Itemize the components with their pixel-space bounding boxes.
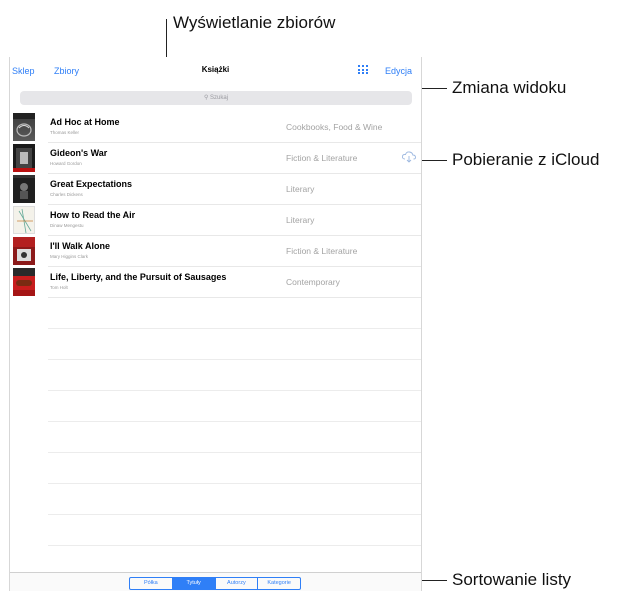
book-title: Gideon's War bbox=[50, 148, 108, 158]
list-item[interactable]: Gideon's War Howard Gordon Fiction & Lit… bbox=[13, 143, 421, 174]
icloud-download-icon[interactable] bbox=[401, 150, 417, 164]
book-author: Charles Dickens bbox=[50, 192, 83, 197]
empty-row bbox=[48, 422, 421, 453]
callout-collections: Wyświetlanie zbiorów bbox=[173, 13, 336, 32]
empty-row bbox=[48, 391, 421, 422]
book-category: Fiction & Literature bbox=[286, 153, 358, 163]
book-cover-ad-hoc bbox=[13, 113, 35, 141]
sort-tab-shelf[interactable]: Półka bbox=[130, 578, 173, 589]
book-cover-ill-walk-alone bbox=[13, 237, 35, 265]
sort-tab-titles[interactable]: Tytuły bbox=[172, 578, 216, 589]
callout-icloud-line bbox=[420, 160, 447, 161]
book-category: Literary bbox=[286, 215, 315, 225]
book-author: Dinaw Mengestu bbox=[50, 223, 84, 228]
book-cover-gideons-war bbox=[13, 144, 35, 172]
callout-view-change: Zmiana widoku bbox=[452, 78, 567, 97]
search-input[interactable]: ⚲ Szukaj bbox=[20, 91, 412, 105]
navigation-bar: Sklep Zbiory Książki Edycja bbox=[10, 57, 421, 83]
book-title: Life, Liberty, and the Pursuit of Sausag… bbox=[50, 272, 227, 282]
search-icon: ⚲ bbox=[203, 95, 209, 101]
book-list: Ad Hoc at Home Thomas Keller Cookbooks, … bbox=[10, 112, 421, 577]
empty-row bbox=[48, 484, 421, 515]
book-cover-life-liberty-sausages bbox=[13, 268, 35, 296]
book-title: I'll Walk Alone bbox=[50, 241, 110, 251]
list-item[interactable]: How to Read the Air Dinaw Mengestu Liter… bbox=[13, 205, 421, 236]
book-cover-great-expectations bbox=[13, 175, 35, 203]
book-author: Tom Holt bbox=[50, 285, 68, 290]
edit-button[interactable]: Edycja bbox=[385, 66, 412, 76]
book-title: Great Expectations bbox=[50, 179, 133, 189]
callout-sort-list: Sortowanie listy bbox=[452, 570, 572, 589]
sort-tab-categories[interactable]: Kategorie bbox=[258, 578, 300, 589]
book-title: How to Read the Air bbox=[50, 210, 136, 220]
empty-row bbox=[48, 329, 421, 360]
grid-view-icon[interactable] bbox=[358, 65, 368, 74]
book-category: Cookbooks, Food & Wine bbox=[286, 122, 383, 132]
empty-row bbox=[48, 298, 421, 329]
list-item[interactable]: Life, Liberty, and the Pursuit of Sausag… bbox=[13, 267, 421, 298]
book-title: Ad Hoc at Home bbox=[50, 117, 120, 127]
empty-row bbox=[48, 360, 421, 391]
sort-tab-authors[interactable]: Autorzy bbox=[216, 578, 259, 589]
book-category: Literary bbox=[286, 184, 315, 194]
books-app-screen: Sklep Zbiory Książki Edycja ⚲ Szukaj Ad … bbox=[9, 57, 422, 591]
book-category: Contemporary bbox=[286, 277, 340, 287]
list-item[interactable]: Ad Hoc at Home Thomas Keller Cookbooks, … bbox=[13, 112, 421, 143]
sort-toolbar: Półka Tytuły Autorzy Kategorie bbox=[10, 572, 421, 591]
list-item[interactable]: Great Expectations Charles Dickens Liter… bbox=[13, 174, 421, 205]
book-author: Howard Gordon bbox=[50, 161, 82, 166]
sort-segmented-control: Półka Tytuły Autorzy Kategorie bbox=[129, 577, 301, 590]
book-cover-how-to-read-the-air bbox=[13, 206, 35, 234]
empty-row bbox=[48, 515, 421, 546]
empty-row bbox=[48, 453, 421, 484]
callout-icloud-download: Pobieranie z iCloud bbox=[452, 150, 600, 169]
book-author: Thomas Keller bbox=[50, 130, 80, 135]
book-category: Fiction & Literature bbox=[286, 246, 358, 256]
search-placeholder: Szukaj bbox=[210, 95, 229, 101]
book-author: Mary Higgins Clark bbox=[50, 254, 89, 259]
list-item[interactable]: I'll Walk Alone Mary Higgins Clark Ficti… bbox=[13, 236, 421, 267]
